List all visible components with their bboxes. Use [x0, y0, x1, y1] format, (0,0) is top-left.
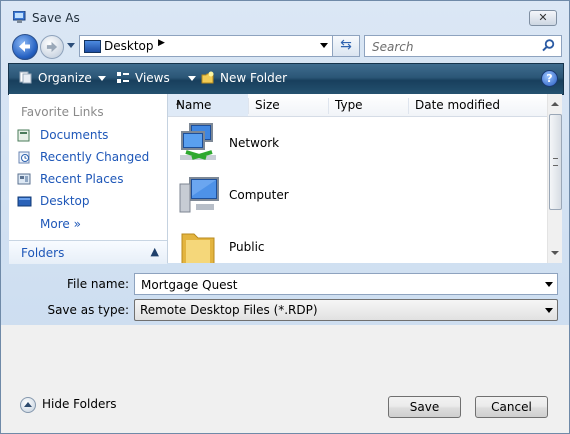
folders-label: Folders — [21, 246, 65, 260]
new-folder-label: New Folder — [220, 71, 288, 85]
computer-icon — [179, 177, 219, 213]
column-date-modified[interactable]: Date modified — [408, 98, 513, 114]
more-chevron-icon: » — [73, 217, 81, 231]
desktop-icon — [84, 40, 101, 53]
organize-icon — [19, 71, 32, 84]
more-label: More — [40, 217, 70, 231]
column-name-label: Name — [176, 98, 212, 112]
scroll-down-icon[interactable] — [551, 251, 559, 255]
rdp-app-icon — [13, 11, 26, 23]
window-title: Save As — [32, 11, 80, 25]
forward-button[interactable] — [40, 35, 64, 59]
column-type-label: Type — [335, 98, 363, 112]
save-as-type-value: Remote Desktop Files (*.RDP) — [140, 303, 318, 317]
title-bar: Save As ✕ — [1, 1, 569, 31]
folders-toggle[interactable]: Folders ▲ — [9, 240, 167, 264]
more-links[interactable]: More » — [40, 217, 81, 231]
save-as-type-label: Save as type: — [47, 303, 129, 317]
item-name: Network — [229, 136, 280, 150]
grip-icon — [553, 158, 558, 166]
chevron-down-icon[interactable] — [545, 282, 553, 287]
chevron-up-circle-icon — [20, 397, 36, 413]
new-folder-button[interactable]: New Folder — [201, 71, 287, 85]
scroll-up-icon[interactable] — [551, 102, 559, 106]
network-icon — [180, 123, 216, 160]
sidebar-item-label: Desktop — [40, 194, 90, 208]
address-dropdown-icon[interactable] — [320, 43, 328, 48]
column-size[interactable]: Size — [248, 98, 327, 114]
file-name-field[interactable] — [134, 273, 558, 295]
views-label: Views — [135, 71, 170, 85]
views-menu[interactable]: Views — [116, 71, 196, 85]
folder-icon — [181, 233, 215, 263]
item-name: Computer — [229, 188, 289, 202]
new-folder-icon — [201, 71, 214, 84]
close-button[interactable]: ✕ — [529, 10, 557, 26]
views-icon — [117, 72, 129, 83]
back-button[interactable] — [12, 34, 38, 60]
back-arrow-icon — [19, 41, 30, 52]
cancel-button[interactable]: Cancel — [475, 396, 548, 418]
favorite-links-heading: Favorite Links — [21, 105, 104, 119]
sidebar-item-label: Documents — [40, 128, 109, 142]
save-as-type-select[interactable]: Remote Desktop Files (*.RDP) — [134, 299, 558, 321]
views-caret-icon — [187, 76, 196, 81]
column-header: ▲ Name Size Type Date modified — [168, 94, 548, 117]
breadcrumb-chevron-icon[interactable]: ▶ — [158, 38, 165, 48]
organize-label: Organize — [38, 71, 92, 85]
forward-arrow-icon — [46, 41, 58, 53]
save-button[interactable]: Save — [388, 396, 461, 418]
sidebar-item-label: Recent Places — [40, 172, 124, 186]
column-size-label: Size — [255, 98, 280, 112]
recent-places-icon — [17, 173, 31, 185]
list-item[interactable]: Public — [174, 224, 544, 263]
scrollbar-thumb[interactable] — [549, 114, 562, 210]
column-type[interactable]: Type — [328, 98, 407, 114]
sidebar-item-label: Recently Changed — [40, 150, 150, 164]
file-name-input[interactable] — [139, 276, 533, 293]
save-form: File name: Save as type: Remote Desktop … — [1, 265, 569, 325]
hide-folders-label: Hide Folders — [42, 397, 117, 411]
dialog-footer: Hide Folders Save Cancel — [1, 325, 569, 433]
history-dropdown-icon[interactable] — [67, 43, 75, 48]
organize-caret-icon — [97, 76, 106, 81]
help-icon[interactable]: ? — [541, 70, 558, 87]
address-bar[interactable]: Desktop ▶ — [79, 35, 333, 57]
search-box[interactable] — [364, 35, 562, 57]
documents-icon — [17, 129, 30, 142]
search-icon — [542, 39, 555, 52]
vertical-scrollbar[interactable] — [547, 94, 562, 263]
recently-changed-icon — [18, 151, 30, 164]
column-date-label: Date modified — [415, 98, 501, 112]
refresh-button[interactable]: ⇆ — [332, 35, 360, 57]
desktop-icon — [17, 196, 32, 207]
item-name: Public — [229, 240, 265, 254]
address-text: Desktop — [104, 39, 154, 53]
organize-menu[interactable]: Organize — [19, 71, 106, 85]
column-name[interactable]: ▲ Name — [168, 94, 248, 116]
chevron-down-icon — [545, 308, 553, 313]
list-item[interactable]: Computer — [174, 172, 544, 222]
search-input[interactable] — [370, 38, 534, 55]
file-name-label: File name: — [67, 277, 129, 291]
save-as-dialog: Save As ✕ Desktop ▶ ⇆ Organize — [0, 0, 570, 434]
navigation-bar: Desktop ▶ ⇆ — [1, 32, 569, 60]
command-toolbar: Organize Views New Folder ? — [8, 63, 564, 95]
list-item[interactable]: Network — [174, 120, 544, 170]
navigation-pane: Favorite Links Documents Recently Change… — [9, 94, 168, 264]
chevron-up-icon: ▲ — [150, 245, 159, 258]
file-list: ▲ Name Size Type Date modified Network C… — [168, 94, 562, 263]
